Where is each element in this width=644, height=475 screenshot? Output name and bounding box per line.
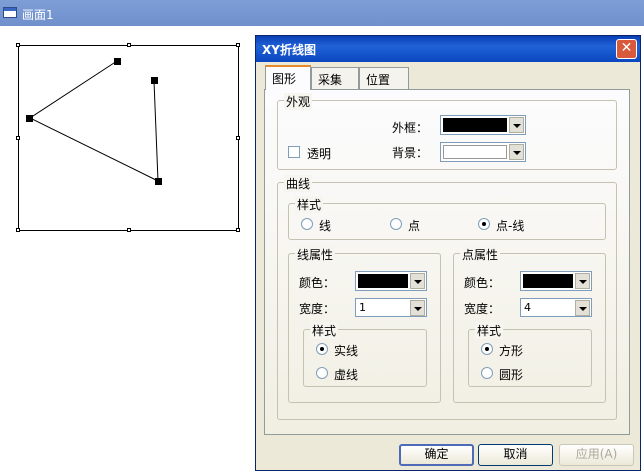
frame-color-swatch — [443, 118, 507, 132]
group-title: 外观 — [284, 93, 313, 110]
background-window-titlebar[interactable]: 画面1 — [0, 0, 644, 26]
group-title: 点属性 — [460, 246, 501, 263]
dropdown-arrow-icon[interactable] — [509, 144, 524, 160]
resize-handle-n[interactable] — [127, 43, 131, 47]
line-dashed-radio[interactable] — [316, 367, 328, 379]
dropdown-arrow-icon[interactable] — [575, 273, 590, 289]
window-icon — [3, 7, 17, 18]
polyline-point — [151, 77, 158, 84]
style-line-radio[interactable] — [301, 218, 313, 230]
frame-color-picker[interactable] — [440, 115, 526, 135]
line-solid-radio[interactable] — [316, 343, 328, 355]
xy-polyline-properties-dialog: XY折线图 ✕ 图形 采集 位置 外观 透明 外框： 背景： 曲线 样式 线 点… — [255, 35, 641, 471]
background-window-title: 画面1 — [22, 8, 54, 22]
point-circle-radio[interactable] — [481, 367, 493, 379]
polyline-point — [26, 115, 33, 122]
line-color-label: 颜色： — [299, 276, 336, 290]
group-title: 线属性 — [295, 246, 336, 263]
resize-handle-sw[interactable] — [16, 228, 20, 232]
polyline-point — [114, 58, 121, 65]
dialog-titlebar[interactable]: XY折线图 ✕ — [256, 36, 640, 62]
line-width-label: 宽度： — [299, 302, 336, 316]
dropdown-arrow-icon[interactable] — [410, 300, 425, 316]
appearance-group: 外观 透明 外框： 背景： — [277, 93, 617, 170]
line-dashed-label: 虚线 — [334, 368, 359, 382]
cancel-button[interactable]: 取消 — [478, 444, 553, 466]
transparent-label: 透明 — [307, 147, 332, 161]
line-width-value: 1 — [359, 301, 366, 314]
dropdown-arrow-icon[interactable] — [410, 273, 425, 289]
point-width-select[interactable]: 4 — [520, 298, 592, 317]
line-properties-group: 线属性 颜色： 宽度： 1 样式 实线 虚线 — [288, 246, 441, 403]
point-color-label: 颜色： — [464, 276, 501, 290]
group-title: 样式 — [475, 322, 504, 339]
tab-label: 采集 — [318, 73, 343, 87]
style-point-radio[interactable] — [390, 218, 402, 230]
style-line-label: 线 — [319, 219, 332, 233]
resize-handle-e[interactable] — [236, 136, 240, 140]
xy-polyline-object[interactable] — [16, 43, 240, 232]
point-color-swatch — [523, 274, 573, 288]
curve-style-group: 样式 线 点 点-线 — [288, 196, 606, 240]
line-solid-label: 实线 — [334, 344, 359, 358]
resize-handle-nw[interactable] — [16, 43, 20, 47]
resize-handle-ne[interactable] — [236, 43, 240, 47]
tab-graphics[interactable]: 图形 — [265, 65, 311, 90]
point-square-label: 方形 — [499, 344, 524, 358]
background-color-swatch — [443, 145, 507, 159]
tab-label: 位置 — [366, 73, 391, 87]
tab-acquisition[interactable]: 采集 — [311, 67, 359, 89]
tab-label: 图形 — [272, 72, 297, 86]
group-title: 样式 — [295, 196, 324, 213]
resize-handle-se[interactable] — [236, 228, 240, 232]
style-point-line-label: 点-线 — [496, 219, 525, 233]
ok-button[interactable]: 确定 — [399, 444, 474, 466]
dropdown-arrow-icon[interactable] — [509, 117, 524, 133]
transparent-checkbox[interactable] — [288, 146, 300, 158]
xy-polyline-drawing — [26, 58, 162, 185]
point-circle-label: 圆形 — [499, 368, 524, 382]
group-title: 样式 — [310, 322, 339, 339]
point-style-group: 样式 方形 圆形 — [468, 322, 592, 387]
curve-group: 曲线 样式 线 点 点-线 线属性 颜色： 宽度： 1 样式 实线 虚线 点属性… — [277, 175, 617, 420]
dialog-title: XY折线图 — [262, 43, 316, 57]
polyline-point — [155, 178, 162, 185]
dropdown-arrow-icon[interactable] — [575, 300, 590, 316]
resize-handle-w[interactable] — [16, 136, 20, 140]
line-style-group: 样式 实线 虚线 — [303, 322, 427, 387]
point-square-radio[interactable] — [481, 343, 493, 355]
tab-page-graphics: 外观 透明 外框： 背景： 曲线 样式 线 点 点-线 线属性 颜色： 宽度： … — [264, 89, 630, 435]
line-width-select[interactable]: 1 — [355, 298, 427, 317]
point-width-value: 4 — [524, 301, 531, 314]
point-width-label: 宽度： — [464, 302, 501, 316]
line-color-picker[interactable] — [355, 271, 427, 291]
style-point-label: 点 — [408, 219, 421, 233]
point-color-picker[interactable] — [520, 271, 592, 291]
point-properties-group: 点属性 颜色： 宽度： 4 样式 方形 圆形 — [453, 246, 606, 403]
background-label: 背景： — [392, 146, 429, 160]
tab-position[interactable]: 位置 — [359, 67, 409, 89]
background-color-picker[interactable] — [440, 142, 526, 162]
polyline-path — [28, 60, 159, 182]
resize-handle-s[interactable] — [127, 228, 131, 232]
apply-button[interactable]: 应用(A) — [559, 444, 634, 466]
close-icon: ✕ — [620, 40, 633, 56]
frame-label: 外框： — [392, 121, 429, 135]
style-point-line-radio[interactable] — [478, 218, 490, 230]
line-color-swatch — [358, 274, 408, 288]
group-title: 曲线 — [284, 175, 313, 192]
close-button[interactable]: ✕ — [616, 39, 637, 59]
